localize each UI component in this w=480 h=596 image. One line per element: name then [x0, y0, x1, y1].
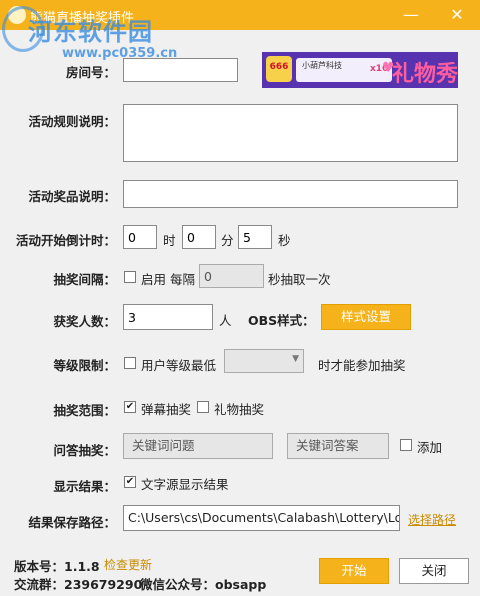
add-label: 添加 — [417, 440, 443, 455]
level-select[interactable]: ▼ — [224, 349, 304, 373]
qa-label: 问答抽奖： — [53, 443, 116, 458]
browse-path-link[interactable]: 选择路径 — [408, 511, 456, 528]
check-update-link[interactable]: 检查更新 — [104, 556, 152, 573]
interval-label: 抽奖间隔： — [53, 272, 116, 287]
minutes-unit: 分 — [221, 233, 234, 248]
rules-label: 活动规则说明： — [28, 114, 116, 129]
room-input[interactable] — [123, 58, 238, 82]
interval-enable-label: 启用 每隔 — [141, 272, 195, 287]
countdown-label: 活动开始倒计时： — [15, 233, 116, 248]
level-suffix: 时才能参加抽奖 — [318, 358, 406, 373]
banner-name: 小葫芦科技 — [302, 61, 342, 70]
display-label: 显示结果： — [53, 479, 116, 494]
obs-style-label: OBS样式： — [248, 313, 315, 328]
danmaku-label: 弹幕抽奖 — [141, 402, 192, 417]
countdown-seconds-input[interactable] — [238, 225, 272, 249]
display-result-checkbox[interactable]: ✔ — [124, 476, 136, 488]
level-checkbox-label: 用户等级最低 — [141, 358, 217, 373]
winners-unit: 人 — [219, 313, 232, 328]
gift-show-banner[interactable]: 666 小葫芦科技 x10 ♥ 礼物秀 — [262, 52, 458, 88]
save-path-input[interactable]: C:\Users\cs\Documents\Calabash\Lottery\L… — [123, 505, 400, 531]
rules-textarea[interactable] — [123, 104, 458, 162]
level-label: 等级限制： — [53, 358, 116, 373]
gift-label: 礼物抽奖 — [214, 402, 265, 417]
interval-seconds-input[interactable] — [199, 264, 264, 288]
chevron-down-icon: ▼ — [292, 354, 299, 364]
banner-title: 礼物秀 — [392, 62, 458, 87]
add-checkbox[interactable] — [400, 439, 412, 451]
minimize-button[interactable]: — — [400, 4, 422, 26]
display-result-label: 文字源显示结果 — [141, 477, 229, 492]
countdown-hours-input[interactable] — [123, 225, 157, 249]
close-button[interactable]: 关闭 — [399, 558, 469, 584]
level-checkbox[interactable] — [124, 357, 136, 369]
room-label: 房间号： — [65, 65, 116, 80]
keyword-answer-input[interactable]: 关键词答案 — [287, 433, 389, 459]
version-label: 版本号：1.1.8 — [14, 559, 100, 574]
danmaku-checkbox[interactable]: ✔ — [124, 401, 136, 413]
start-button[interactable]: 开始 — [319, 558, 389, 584]
group-label: 交流群：239679290 — [14, 577, 143, 592]
hours-unit: 时 — [163, 233, 176, 248]
keyword-question-input[interactable]: 关键词问题 — [123, 433, 273, 459]
countdown-minutes-input[interactable] — [182, 225, 216, 249]
prizes-input[interactable] — [123, 180, 458, 208]
close-window-button[interactable]: ✕ — [446, 4, 468, 26]
wechat-label: 微信公众号：obsapp — [140, 577, 267, 592]
save-path-label: 结果保存路径： — [28, 515, 116, 530]
gift-checkbox[interactable] — [197, 401, 209, 413]
watermark-text: 河东软件园 — [28, 18, 153, 46]
winners-label: 获奖人数： — [53, 314, 116, 329]
interval-enable-checkbox[interactable] — [124, 271, 136, 283]
seconds-unit: 秒 — [278, 233, 291, 248]
interval-suffix: 秒抽取一次 — [268, 272, 331, 287]
scope-label: 抽奖范围： — [53, 403, 116, 418]
banner-badge-text: 666 — [269, 62, 289, 72]
style-settings-button[interactable]: 样式设置 — [321, 304, 411, 330]
prizes-label: 活动奖品说明： — [28, 189, 116, 204]
winners-count-input[interactable] — [123, 304, 213, 330]
